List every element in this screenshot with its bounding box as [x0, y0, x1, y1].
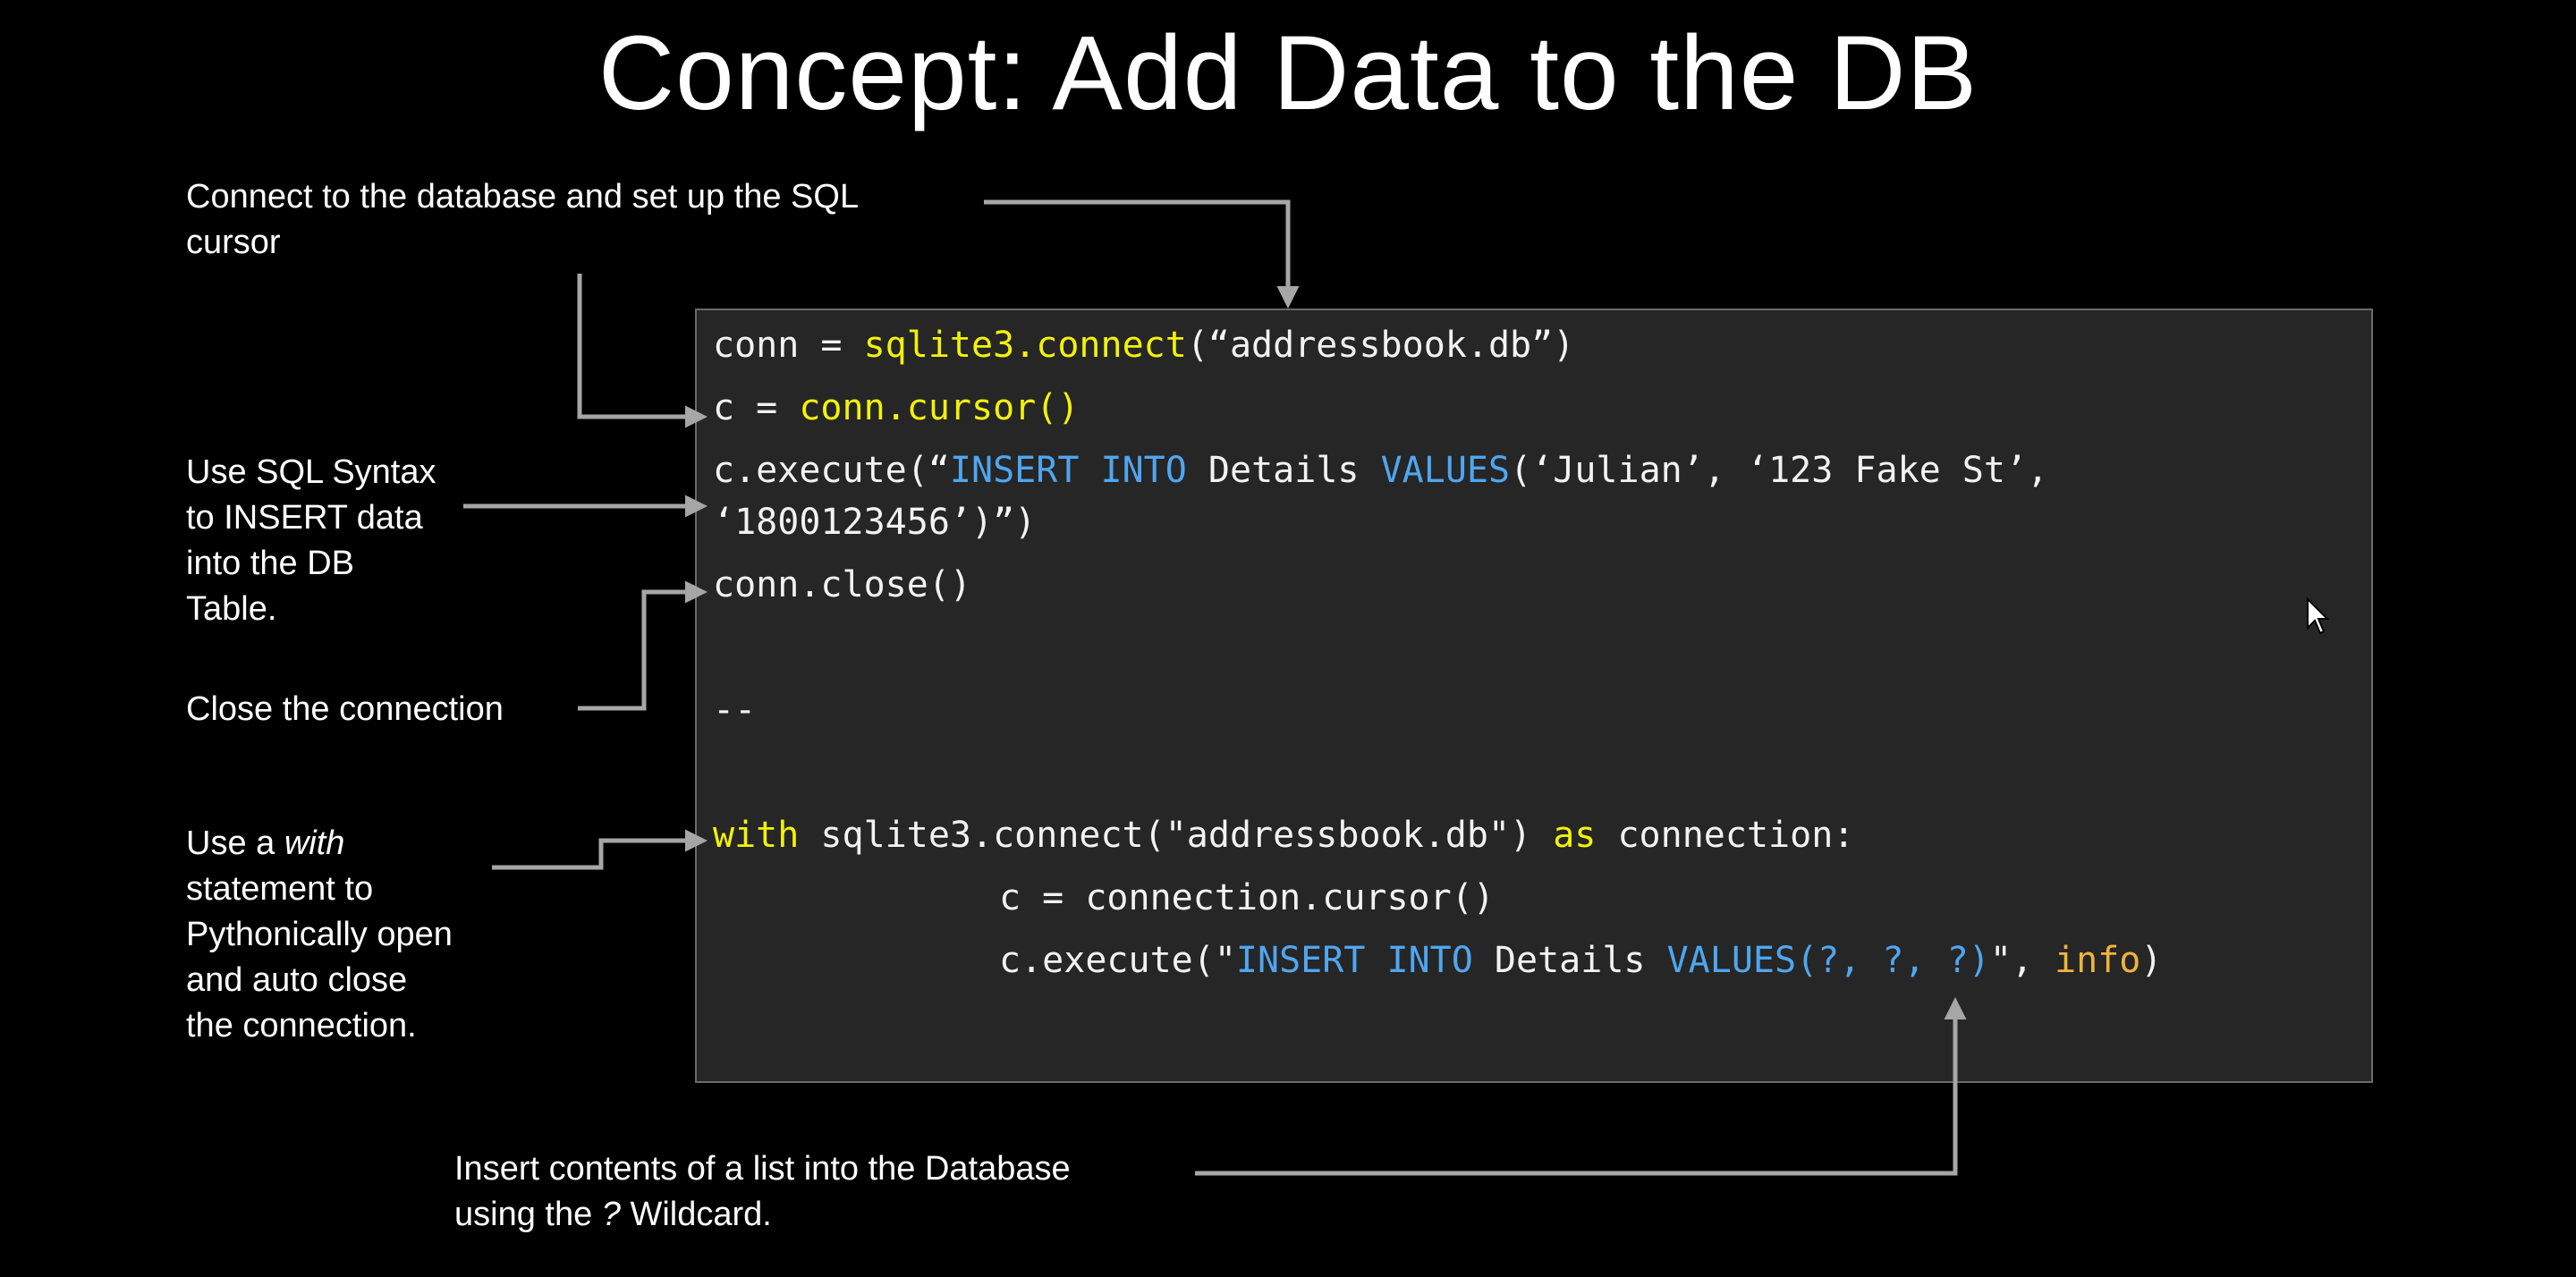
connector-arrows — [463, 199, 1967, 1176]
arrow-close — [578, 580, 708, 711]
arrow-wildcard — [1195, 997, 1967, 1176]
arrow-with — [492, 829, 708, 870]
arrow-connect — [984, 199, 1300, 309]
arrow-cursor — [577, 274, 708, 428]
mouse-pointer-icon — [2307, 597, 2330, 635]
